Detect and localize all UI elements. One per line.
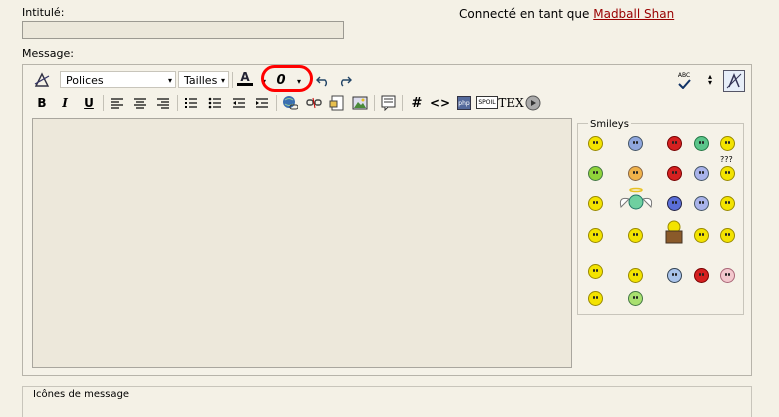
smiley-hat-icon[interactable] <box>694 228 709 243</box>
smiley-happy-icon[interactable] <box>588 136 603 151</box>
indent-icon[interactable] <box>253 94 271 112</box>
username-link[interactable]: Madball Shan <box>593 7 674 21</box>
smiley-glasses-icon[interactable] <box>588 196 603 211</box>
font-select-label: Polices <box>66 74 104 87</box>
chevron-down-icon: ▾ <box>167 76 172 85</box>
smiley-nerd-icon[interactable] <box>628 291 643 306</box>
color-bar <box>237 82 253 86</box>
smiley-book-icon[interactable] <box>664 220 684 244</box>
align-left-icon[interactable] <box>108 94 126 112</box>
undo-icon[interactable] <box>314 71 332 89</box>
title-input[interactable] <box>22 21 344 39</box>
outdent-icon[interactable] <box>230 94 248 112</box>
smiley-angel-icon[interactable] <box>617 187 655 213</box>
redo-icon[interactable] <box>336 71 354 89</box>
align-right-icon[interactable] <box>154 94 172 112</box>
video-button[interactable] <box>524 94 542 112</box>
smiley-shout-icon[interactable] <box>694 268 709 283</box>
smiley-confused-icon[interactable] <box>694 166 709 181</box>
spellcheck-label: ABC <box>677 71 691 79</box>
underline-button[interactable]: U <box>80 94 98 112</box>
smiley-eyes-icon[interactable] <box>720 196 735 211</box>
smileys-title: Smileys <box>588 119 631 130</box>
resize-icon[interactable]: ▴ ▾ <box>701 71 719 89</box>
php-button[interactable]: php <box>455 94 473 112</box>
toolbar-separator <box>232 72 233 88</box>
chevron-down-icon: ▾ <box>220 76 225 85</box>
insert-file-icon[interactable] <box>328 94 346 112</box>
size-select-label: Tailles <box>184 74 218 87</box>
question-marks: ??? <box>720 155 733 164</box>
toolbar-separator <box>177 95 178 111</box>
smiley-wink-icon[interactable] <box>720 228 735 243</box>
smiley-mad-icon[interactable] <box>667 166 682 181</box>
code-button[interactable]: <> <box>430 94 450 112</box>
toolbar-separator <box>276 95 277 111</box>
smiley-smile-icon[interactable] <box>720 136 735 151</box>
spoiler-icon: SPOIL <box>476 95 498 109</box>
font-color-button[interactable]: A <box>236 69 254 87</box>
smiley-bored-icon[interactable] <box>694 196 709 211</box>
spoiler-button[interactable]: SPOIL <box>476 93 498 111</box>
smiley-neutral-icon[interactable] <box>628 268 643 283</box>
numbered-list-icon[interactable] <box>182 94 200 112</box>
message-label: Message: <box>22 47 74 60</box>
smiley-thinking-icon[interactable] <box>588 264 603 279</box>
font-color-icon: A <box>240 69 250 84</box>
video-icon <box>525 95 541 111</box>
smiley-sunglasses-icon[interactable] <box>628 166 643 181</box>
smiley-laugh-icon[interactable] <box>588 228 603 243</box>
mode-toggle-icon[interactable] <box>33 71 51 89</box>
highlight-circle <box>261 65 313 92</box>
tex-button[interactable]: TEX <box>498 94 523 112</box>
toolbar-separator <box>402 95 403 111</box>
smiley-angry-icon[interactable] <box>667 136 682 151</box>
toolbar-separator <box>374 95 375 111</box>
link-icon[interactable] <box>281 94 299 112</box>
checkmark-icon <box>678 78 691 89</box>
connected-info: Connecté en tant que Madball Shan <box>459 7 674 21</box>
italic-button[interactable]: I <box>56 94 74 112</box>
smiley-shocked-icon[interactable] <box>667 268 682 283</box>
message-textarea[interactable] <box>32 118 572 368</box>
hash-button[interactable]: # <box>408 94 426 112</box>
smiley-cold-icon[interactable] <box>667 196 682 211</box>
size-select[interactable]: Tailles ▾ <box>178 71 229 88</box>
message-icons-label: Icônes de message <box>33 389 130 400</box>
font-select[interactable]: Polices ▾ <box>60 71 176 88</box>
quote-icon[interactable] <box>380 94 398 112</box>
bullet-list-icon[interactable] <box>206 94 224 112</box>
smiley-love-icon[interactable] <box>628 228 643 243</box>
spellcheck-button[interactable]: ABC <box>675 71 693 89</box>
smiley-pink-icon[interactable] <box>720 268 735 283</box>
title-label: Intitulé: <box>22 6 65 19</box>
connected-prefix: Connecté en tant que <box>459 7 590 21</box>
smiley-grin-green-icon[interactable] <box>694 136 709 151</box>
smiley-sad-blue-icon[interactable] <box>628 136 643 151</box>
smiley-small-icon[interactable] <box>588 291 603 306</box>
php-icon: php <box>457 96 471 110</box>
insert-image-icon[interactable] <box>351 94 369 112</box>
smileys-panel: Smileys <box>577 119 744 315</box>
unlink-icon[interactable] <box>305 94 323 112</box>
align-center-icon[interactable] <box>131 94 149 112</box>
bold-button[interactable]: B <box>33 94 51 112</box>
toggle-editor-icon[interactable] <box>723 70 745 92</box>
message-icons-box <box>22 386 752 417</box>
smiley-sick-icon[interactable] <box>588 166 603 181</box>
toolbar-separator <box>103 95 104 111</box>
smiley-question-icon[interactable] <box>720 166 735 181</box>
